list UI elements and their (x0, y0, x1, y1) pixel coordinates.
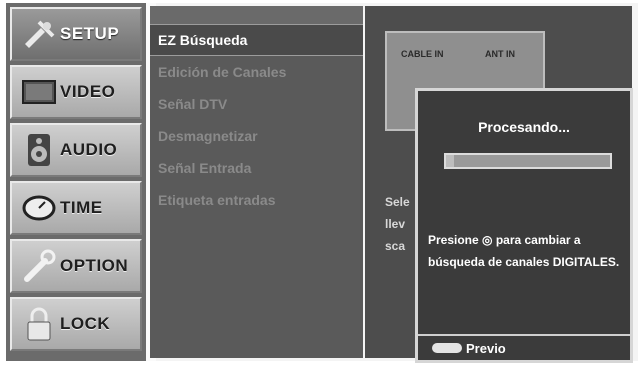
dialog-title: Procesando... (478, 119, 570, 135)
tab-lock[interactable]: LOCK (10, 297, 142, 351)
tab-label: AUDIO (60, 140, 118, 159)
category-tabs: SETUP VIDEO AUDIO TIME OPTION LOCK (6, 3, 146, 361)
tab-setup[interactable]: SETUP (10, 7, 142, 61)
processing-dialog: Procesando... Presione ◎ para cambiar a … (415, 88, 633, 363)
tab-audio[interactable]: AUDIO (10, 123, 142, 177)
menu-item-senal-entrada[interactable]: Señal Entrada (150, 152, 363, 184)
menu-item-senal-dtv[interactable]: Señal DTV (150, 88, 363, 120)
progress-fill (446, 155, 455, 167)
ant-in-label: ANT IN (485, 49, 515, 59)
menu-item-ez-busqueda[interactable]: EZ Búsqueda (150, 24, 363, 56)
cable-in-label: CABLE IN (401, 49, 444, 59)
tab-label: OPTION (60, 256, 129, 275)
menu-item-etiqueta-entradas[interactable]: Etiqueta entradas (150, 184, 363, 216)
tv-screen-icon (18, 72, 60, 112)
tab-label: VIDEO (60, 82, 116, 101)
speaker-icon (18, 130, 60, 170)
setup-menu: EZ Búsqueda Edición de Canales Señal DTV… (150, 6, 363, 358)
padlock-icon (18, 304, 60, 344)
previous-label[interactable]: Previo (466, 341, 506, 356)
clock-icon (18, 188, 60, 228)
satellite-icon (18, 14, 60, 54)
tab-label: LOCK (60, 314, 111, 333)
menu-header (150, 6, 363, 24)
menu-item-edicion-canales[interactable]: Edición de Canales (150, 56, 363, 88)
tab-option[interactable]: OPTION (10, 239, 142, 293)
dialog-message: Presione ◎ para cambiar a búsqueda de ca… (428, 233, 620, 269)
tab-video[interactable]: VIDEO (10, 65, 142, 119)
tab-time[interactable]: TIME (10, 181, 142, 235)
wrench-icon (18, 246, 60, 286)
menu-key-icon[interactable] (432, 343, 462, 353)
tab-label: TIME (60, 198, 103, 217)
dialog-footer: Previo (418, 334, 630, 360)
progress-bar (444, 153, 612, 169)
tab-label: SETUP (60, 24, 120, 43)
menu-item-desmagnetizar[interactable]: Desmagnetizar (150, 120, 363, 152)
